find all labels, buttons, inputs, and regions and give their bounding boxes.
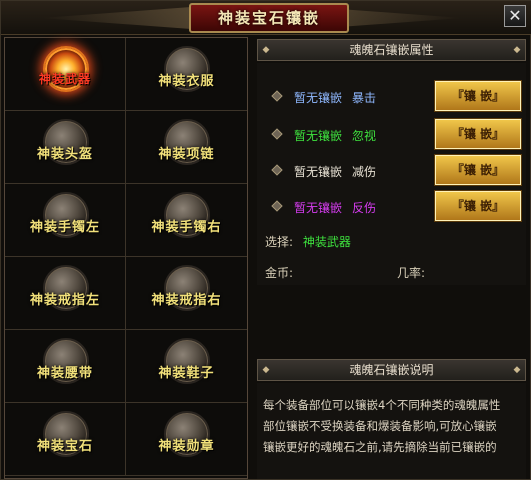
equipment-slot[interactable]: 神装勋章: [126, 403, 247, 476]
attribute-name: 忽视: [352, 129, 377, 143]
attribute-status: 暂无镶嵌: [294, 91, 343, 105]
equipment-slot-label: 神装手镯右: [151, 220, 222, 235]
equipment-slot-grid: 神装武器 神装衣服神装头盔 神装项链神装手镯左 神装手镯右神装戒指左 神装戒指右神装腰带…: [5, 38, 247, 478]
attribute-name: 减伤: [352, 165, 377, 179]
close-button[interactable]: ✕: [504, 5, 526, 27]
window-title: 神装宝石镶嵌: [189, 3, 349, 33]
diamond-bullet-icon: [271, 200, 283, 212]
title-ornament-left: [41, 7, 191, 29]
equipment-slot-label: 神装项链: [158, 147, 215, 162]
equipment-slot[interactable]: 神装衣服: [126, 38, 247, 111]
desc-corner-right-icon: ◆: [513, 365, 521, 375]
description-panel: 每个装备部位可以镶嵌4个不同种类的魂魄属性 部位镶嵌不受换装备和爆装备影响,可放…: [257, 383, 526, 479]
attributes-panel: 暂无镶嵌 暴击 『镶 嵌』 暂无镶嵌 忽视 『镶 嵌』 暂无镶嵌 减伤 『镶 嵌』 暂无镶嵌 反伤『…: [257, 63, 526, 285]
equipment-slot-label: 神装戒指左: [29, 293, 100, 308]
equipment-slot[interactable]: 神装宝石: [5, 403, 126, 476]
equipment-slot[interactable]: 神装武器: [5, 38, 126, 111]
attribute-row: 暂无镶嵌 忽视 『镶 嵌』: [257, 118, 526, 153]
attribute-row: 暂无镶嵌 反伤 『镶 嵌』: [257, 190, 526, 225]
equipment-slot-label: 神装腰带: [36, 366, 93, 381]
attributes-header: ◆ 魂魄石镶嵌属性 ◆: [257, 39, 526, 61]
inlay-button[interactable]: 『镶 嵌』: [434, 154, 522, 186]
description-line: 部位镶嵌不受换装备和爆装备影响,可放心镶嵌: [263, 419, 497, 433]
header-corner-left-icon: ◆: [262, 45, 270, 55]
equipment-slot-panel: 神装武器 神装衣服神装头盔 神装项链神装手镯左 神装手镯右神装戒指左 神装戒指右神装腰带…: [4, 37, 248, 479]
equipment-slot[interactable]: 神装手镯右: [126, 184, 247, 257]
equipment-slot-label: 神装戒指右: [151, 293, 222, 308]
attributes-header-title: 魂魄石镶嵌属性: [349, 43, 434, 57]
diamond-bullet-icon: [271, 164, 283, 176]
equipment-slot-label: 神装衣服: [158, 74, 215, 89]
equipment-slot[interactable]: 神装鞋子: [126, 330, 247, 403]
attribute-row: 暂无镶嵌 暴击 『镶 嵌』: [257, 80, 526, 115]
description-header: ◆ 魂魄石镶嵌说明 ◆: [257, 359, 526, 381]
inlay-button[interactable]: 『镶 嵌』: [434, 118, 522, 150]
selected-slot-line: 选择: 神装武器: [265, 233, 351, 250]
attribute-status: 暂无镶嵌: [294, 129, 343, 143]
equipment-slot[interactable]: 神装戒指左: [5, 257, 126, 330]
equipment-slot[interactable]: 神装项链: [126, 111, 247, 184]
description-header-title: 魂魄石镶嵌说明: [349, 363, 434, 377]
attribute-status: 暂无镶嵌: [294, 165, 343, 179]
attribute-name: 暴击: [352, 91, 377, 105]
success-rate-label: 几率:: [397, 266, 426, 280]
desc-corner-left-icon: ◆: [262, 365, 270, 375]
equipment-slot-label: 神装武器: [38, 72, 91, 86]
description-line: 镶嵌更好的魂魄石之前,请先摘除当前已镶嵌的: [263, 440, 497, 454]
equipment-slot-label: 神装勋章: [158, 439, 215, 454]
equipment-slot[interactable]: 神装头盔: [5, 111, 126, 184]
equipment-slot[interactable]: 神装戒指右: [126, 257, 247, 330]
equipment-slot[interactable]: 神装腰带: [5, 330, 126, 403]
description-line: 每个装备部位可以镶嵌4个不同种类的魂魄属性: [263, 398, 501, 412]
header-corner-right-icon: ◆: [513, 45, 521, 55]
gold-cost-label: 金币:: [265, 266, 294, 280]
selected-slot-value: 神装武器: [302, 235, 351, 249]
diamond-bullet-icon: [271, 90, 283, 102]
select-label: 选择:: [265, 235, 294, 249]
inlay-button[interactable]: 『镶 嵌』: [434, 80, 522, 112]
equipment-slot-label: 神装手镯左: [29, 220, 100, 235]
equipment-slot-label: 神装鞋子: [158, 366, 215, 381]
equipment-slot[interactable]: 神装手镯左: [5, 184, 126, 257]
equipment-slot-label: 神装头盔: [36, 147, 93, 162]
equipment-slot-label: 神装宝石: [36, 439, 93, 454]
attribute-row: 暂无镶嵌 减伤 『镶 嵌』: [257, 154, 526, 189]
inlay-button[interactable]: 『镶 嵌』: [434, 190, 522, 222]
gem-inlay-window: 神装宝石镶嵌 ✕ 神装武器 神装衣服神装头盔 神装项链神装手镯左 神装手镯右神装戒指左…: [0, 0, 531, 480]
title-bar[interactable]: 神装宝石镶嵌 ✕: [1, 1, 531, 35]
attribute-status: 暂无镶嵌: [294, 201, 343, 215]
attribute-name: 反伤: [352, 201, 377, 215]
diamond-bullet-icon: [271, 128, 283, 140]
